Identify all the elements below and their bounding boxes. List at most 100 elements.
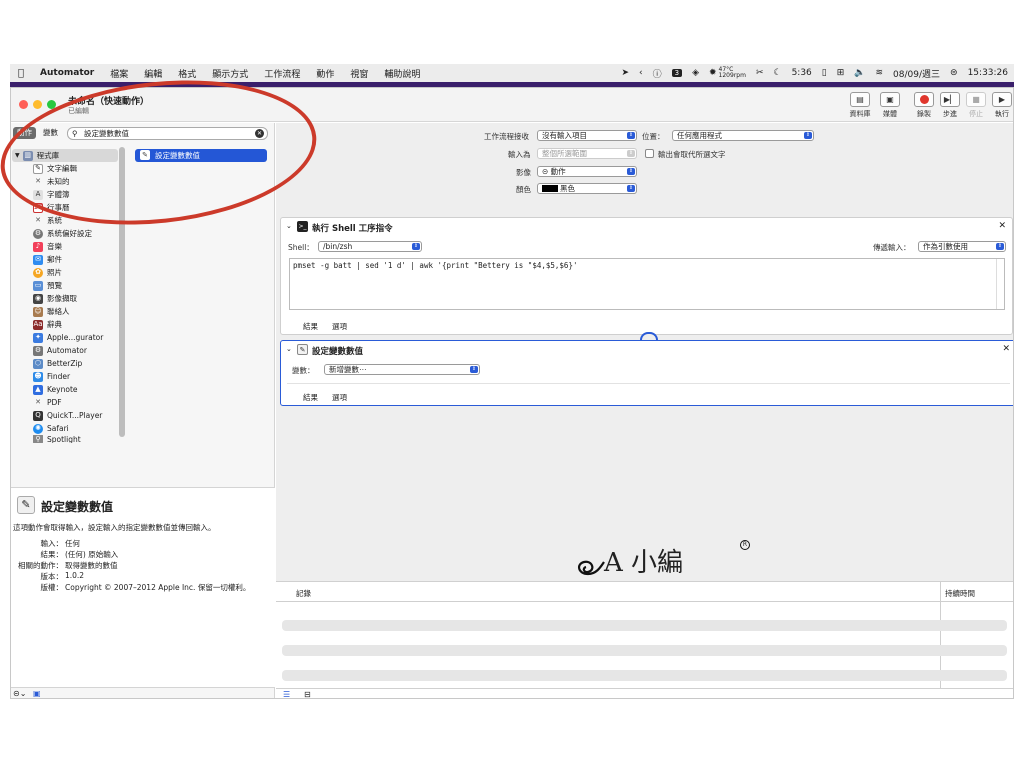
split-view-icon[interactable]: ⊟ [304, 690, 311, 698]
sidebar-item-system-preferences[interactable]: ⚙ 系統偏好設定 [33, 227, 92, 240]
scissors-icon[interactable]: ✂ [756, 68, 764, 78]
receives-select[interactable]: 沒有輸入項目 ⇕ [537, 130, 637, 141]
sidebar-item-automator[interactable]: ⚙ Automator [33, 344, 87, 357]
clock-readout[interactable]: 15:33:26 [968, 68, 1008, 78]
preview-icon: ▭ [33, 280, 43, 291]
extension-icon[interactable]: ⊞ [837, 68, 845, 78]
menu-file[interactable]: 檔案 [102, 67, 136, 80]
script-editor[interactable]: pmset -g batt | sed '1 d' | awk '{print … [289, 258, 1005, 310]
info-icon[interactable]: ⓘ [653, 67, 662, 80]
action-connector [640, 332, 658, 340]
battery-time[interactable]: 5:36 [792, 68, 812, 78]
wifi-icon[interactable]: ≋ [876, 68, 884, 78]
chevron-down-icon[interactable]: ⌄ [286, 222, 292, 230]
date-readout[interactable]: 08/09/週三 [893, 67, 940, 80]
status-badge[interactable]: 3 [671, 69, 683, 77]
volume-icon[interactable]: 🔈 [854, 68, 865, 78]
script-scrollbar[interactable] [996, 259, 1004, 309]
library-button[interactable]: ▤ 資料庫 [847, 92, 873, 119]
close-window-icon[interactable] [19, 100, 28, 109]
menu-workflow[interactable]: 工作流程 [256, 67, 308, 80]
description-version-key: 版本： [40, 572, 64, 581]
close-icon[interactable]: ✕ [1002, 344, 1010, 354]
variable-label: 變數： [292, 366, 315, 375]
input-label: 輸入為 [508, 150, 531, 159]
menu-help[interactable]: 輔助說明 [376, 67, 428, 80]
sidebar-item-system[interactable]: ✕ 系統 [33, 214, 62, 227]
chevron-down-icon[interactable]: ⌄ [286, 345, 292, 353]
stop-button[interactable]: ■ 停止 [963, 92, 989, 119]
apple-icon[interactable]:  [10, 68, 32, 79]
sidebar-item-preview[interactable]: ▭ 預覽 [33, 279, 62, 292]
dictionary-icon: Aa [33, 319, 43, 330]
description-summary: 這項動作會取得輸入，設定輸入的指定變數數值並傳回輸入。 [13, 523, 216, 532]
sidebar-item-keynote[interactable]: ▲ Keynote [33, 383, 78, 396]
chevron-updown-icon: ⇕ [804, 132, 812, 139]
workflow-pane: 工作流程接收 沒有輸入項目 ⇕ 位置： 任何應用程式 ⇕ 輸入為 整個所選範圍 ⇕ 輸… [276, 123, 1013, 698]
description-version-value: 1.0.2 [65, 571, 85, 580]
sidebar-item-pdf[interactable]: ✕ PDF [33, 396, 62, 409]
sidebar-item-contacts[interactable]: ☺ 聯絡人 [33, 305, 70, 318]
variable-tab-results[interactable]: 結果 [303, 392, 318, 403]
log-placeholder-row [282, 670, 1007, 681]
shell-tab-results[interactable]: 結果 [303, 321, 318, 332]
menu-format[interactable]: 格式 [170, 67, 204, 80]
input-select[interactable]: 整個所選範圍 ⇕ [537, 148, 637, 159]
run-button[interactable]: ▶ 執行 [989, 92, 1013, 119]
sidebar-item-spotlight[interactable]: ⚲ Spotlight [33, 435, 81, 443]
run-icon: ▶ [992, 92, 1012, 107]
log-header-divider [276, 601, 1013, 602]
replace-checkbox[interactable] [645, 149, 654, 158]
sidebar-item-dictionary[interactable]: Aa 辭典 [33, 318, 62, 331]
log-footer: ☰ ⊟ [276, 688, 1013, 698]
log-placeholder-row [282, 620, 1007, 631]
minimize-window-icon[interactable] [33, 100, 42, 109]
variable-tab-options[interactable]: 選項 [332, 392, 347, 403]
shell-tab-options[interactable]: 選項 [332, 321, 347, 332]
battery-icon[interactable]: ▯ [822, 68, 827, 78]
sidebar-item-mail[interactable]: ✉ 郵件 [33, 253, 62, 266]
layers-icon[interactable]: ◈ [692, 68, 699, 78]
chevron-updown-icon: ⇕ [627, 185, 635, 192]
receives-label: 工作流程接收 [484, 132, 529, 141]
sidebar-item-image-capture[interactable]: ◉ 影像擷取 [33, 292, 77, 305]
menu-view[interactable]: 顯示方式 [204, 67, 256, 80]
sidebar-item-quicktime[interactable]: Q QuickT...Player [33, 409, 102, 422]
description-related-value: 取得變數的數值 [65, 561, 118, 570]
description-result-key: 結果： [40, 550, 64, 559]
variable-select[interactable]: 新增變數⋯ ⇕ [324, 364, 480, 375]
pass-input-select[interactable]: 作為引數使用 ⇕ [918, 241, 1006, 252]
log-column-header: 記錄 [296, 589, 311, 598]
action-menu-icon[interactable]: ⊝⌄ [13, 689, 26, 698]
list-view-icon[interactable]: ☰ [283, 690, 290, 698]
sidebar-item-music[interactable]: ♪ 音樂 [33, 240, 62, 253]
menu-app-name[interactable]: Automator [32, 68, 102, 78]
sidebar-item-betterzip[interactable]: ⬡ BetterZip [33, 357, 82, 370]
moon-icon[interactable]: ☾ [773, 68, 781, 78]
description-toggle-icon[interactable]: ▣ [33, 689, 41, 698]
sidebar-item-finder[interactable]: ☻ Finder [33, 370, 70, 383]
sidebar-item-photos[interactable]: ✿ 照片 [33, 266, 62, 279]
control-center-icon[interactable]: ⊜ [950, 68, 958, 78]
step-button[interactable]: ▶▏ 步進 [937, 92, 963, 119]
mail-icon: ✉ [33, 254, 43, 265]
media-button[interactable]: ▣ 媒體 [877, 92, 903, 119]
image-select[interactable]: ⊝ 動作 ⇕ [537, 166, 637, 177]
sidebar-item-configurator[interactable]: ✦ Apple...gurator [33, 331, 103, 344]
menu-action[interactable]: 動作 [308, 67, 342, 80]
location-select[interactable]: 任何應用程式 ⇕ [672, 130, 814, 141]
chevron-updown-icon: ⇕ [996, 243, 1004, 250]
shell-select[interactable]: /bin/zsh ⇕ [318, 241, 422, 252]
chevron-left-icon[interactable]: ‹ [639, 68, 643, 78]
record-button[interactable]: 錄製 [911, 92, 937, 119]
system-tools-icon: ✕ [35, 216, 41, 224]
menu-edit[interactable]: 編輯 [136, 67, 170, 80]
shell-card-title: 執行 Shell 工序指令 [312, 224, 393, 234]
color-select[interactable]: 黑色 ⇕ [537, 183, 637, 194]
fan-icon[interactable]: ✹ 47°C 1209rpm [709, 67, 746, 79]
chevron-updown-icon: ⇕ [412, 243, 420, 250]
close-icon[interactable]: ✕ [998, 221, 1006, 231]
menu-window[interactable]: 視窗 [342, 67, 376, 80]
sidebar-item-safari[interactable]: ✺ Safari [33, 422, 69, 435]
location-arrow-icon[interactable]: ➤ [621, 68, 629, 78]
